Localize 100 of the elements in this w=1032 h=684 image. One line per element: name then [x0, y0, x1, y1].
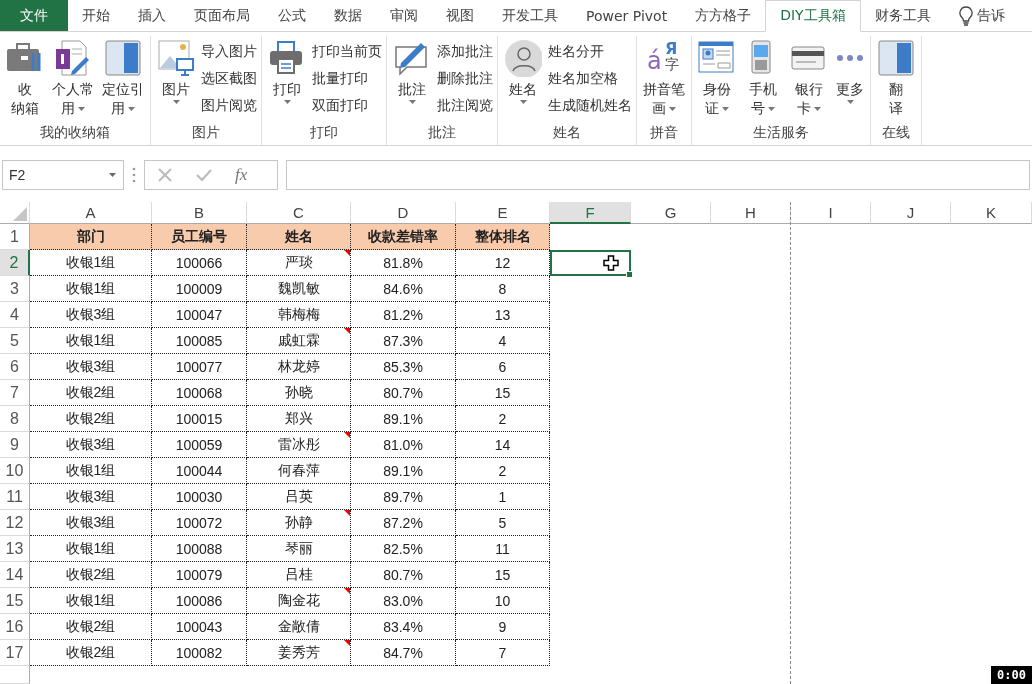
- column-header[interactable]: A: [30, 202, 152, 224]
- column-header[interactable]: F: [550, 202, 631, 224]
- row-header[interactable]: 14: [0, 562, 30, 588]
- table-cell: 2: [456, 458, 550, 484]
- ribbon-menu-item[interactable]: 双面打印: [312, 92, 382, 119]
- ribbon-tab[interactable]: 审阅: [376, 0, 432, 31]
- row-header[interactable]: 12: [0, 510, 30, 536]
- row-header[interactable]: 9: [0, 432, 30, 458]
- table-cell: 87.3%: [351, 328, 456, 354]
- row-header[interactable]: 15: [0, 588, 30, 614]
- row-header[interactable]: 10: [0, 458, 30, 484]
- ribbon-button[interactable]: 银行 卡: [788, 36, 830, 121]
- formula-input[interactable]: [286, 160, 1030, 190]
- ribbon-menu-item[interactable]: 姓名加空格: [548, 65, 632, 92]
- ribbon-button[interactable]: 定位引 用: [100, 36, 146, 121]
- table-cell: 收银3组: [30, 302, 152, 328]
- ribbon-tab[interactable]: 视图: [432, 0, 488, 31]
- ribbon-button[interactable]: 身份 证: [696, 36, 738, 121]
- ribbon-button[interactable]: 姓名: [502, 36, 544, 121]
- table-cell: 何春萍: [247, 458, 351, 484]
- table-cell: 收银2组: [30, 406, 152, 432]
- table-cell: 6: [456, 354, 550, 380]
- ribbon-menu-item[interactable]: 删除批注: [437, 65, 493, 92]
- table-cell: 82.5%: [351, 536, 456, 562]
- ribbon-tab[interactable]: 开始: [68, 0, 124, 31]
- ribbon-tab[interactable]: 插入: [124, 0, 180, 31]
- ribbon-menu-item[interactable]: 生成随机姓名: [548, 92, 632, 119]
- row-header[interactable]: 2: [0, 250, 30, 276]
- column-header[interactable]: C: [247, 202, 351, 224]
- ribbon-button[interactable]: 翻 译: [875, 36, 917, 121]
- ribbon-tab[interactable]: 公式: [264, 0, 320, 31]
- ribbon-button[interactable]: 批注: [391, 36, 433, 121]
- table-cell: 83.0%: [351, 588, 456, 614]
- table-cell: 收银1组: [30, 458, 152, 484]
- ribbon-menu-item[interactable]: 导入图片: [201, 38, 257, 65]
- row-header[interactable]: 4: [0, 302, 30, 328]
- column-header[interactable]: D: [351, 202, 456, 224]
- row-header[interactable]: 7: [0, 380, 30, 406]
- table-cell: 收银3组: [30, 484, 152, 510]
- column-heading-cell: 姓名: [247, 224, 351, 250]
- row-header[interactable]: 3: [0, 276, 30, 302]
- table-cell: 100072: [152, 510, 247, 536]
- table-cell: 15: [456, 562, 550, 588]
- row-header[interactable]: 13: [0, 536, 30, 562]
- ribbon-button[interactable]: 手机 号: [742, 36, 784, 121]
- active-cell[interactable]: [550, 250, 631, 276]
- ribbon-menu-item[interactable]: 图片阅览: [201, 92, 257, 119]
- table-cell: 琴丽: [247, 536, 351, 562]
- panel-icon: [877, 39, 915, 77]
- row-header[interactable]: 16: [0, 614, 30, 640]
- table-cell: 收银3组: [30, 510, 152, 536]
- row-header[interactable]: 6: [0, 354, 30, 380]
- file-tab[interactable]: 文件: [0, 0, 68, 31]
- table-cell: 14: [456, 432, 550, 458]
- ribbon-button[interactable]: 图片: [155, 36, 197, 121]
- table-cell: 吕英: [247, 484, 351, 510]
- ribbon-tab[interactable]: 数据: [320, 0, 376, 31]
- table-cell: 89.7%: [351, 484, 456, 510]
- table-cell: 收银1组: [30, 276, 152, 302]
- table-cell: 83.4%: [351, 614, 456, 640]
- ribbon-menu-item[interactable]: 批量打印: [312, 65, 382, 92]
- table-cell: 80.7%: [351, 562, 456, 588]
- ribbon-button[interactable]: 收 纳箱: [4, 36, 46, 121]
- column-header[interactable]: J: [871, 202, 951, 224]
- row-header[interactable]: 1: [0, 224, 30, 250]
- column-header[interactable]: K: [951, 202, 1032, 224]
- name-box[interactable]: F2: [2, 160, 124, 190]
- ribbon-tab[interactable]: 财务工具: [860, 0, 945, 31]
- ribbon-tab[interactable]: 告诉: [944, 0, 1019, 31]
- table-cell: 10: [456, 588, 550, 614]
- table-cell: 100082: [152, 640, 247, 666]
- ribbon-tab[interactable]: 页面布局: [180, 0, 264, 31]
- ribbon-tab[interactable]: Power Pivot: [572, 0, 682, 31]
- ribbon-button[interactable]: 个人常 用: [50, 36, 96, 121]
- ribbon-tab[interactable]: DIY工具箱: [765, 0, 861, 32]
- column-heading-cell: 员工编号: [152, 224, 247, 250]
- row-header[interactable]: [0, 666, 30, 684]
- column-header[interactable]: I: [791, 202, 871, 224]
- ribbon-menu-item[interactable]: 打印当前页: [312, 38, 382, 65]
- column-header[interactable]: H: [711, 202, 791, 224]
- ribbon-button[interactable]: 打印: [266, 36, 308, 121]
- row-header[interactable]: 17: [0, 640, 30, 666]
- ribbon-menu-item[interactable]: 批注阅览: [437, 92, 493, 119]
- ribbon-button[interactable]: 更多: [834, 36, 866, 121]
- ribbon-menu-item[interactable]: 添加批注: [437, 38, 493, 65]
- ribbon-menu-item[interactable]: 姓名分开: [548, 38, 632, 65]
- column-header[interactable]: G: [631, 202, 711, 224]
- row-header[interactable]: 5: [0, 328, 30, 354]
- table-cell: 100066: [152, 250, 247, 276]
- table-cell: 100015: [152, 406, 247, 432]
- insert-function-button[interactable]: fx: [235, 165, 248, 185]
- more-icon: [836, 54, 864, 62]
- ribbon-menu-item[interactable]: 选区截图: [201, 65, 257, 92]
- ribbon-tab[interactable]: 方方格子: [681, 0, 766, 31]
- column-header[interactable]: E: [456, 202, 550, 224]
- row-header[interactable]: 11: [0, 484, 30, 510]
- ribbon-tab[interactable]: 开发工具: [488, 0, 572, 31]
- column-header[interactable]: B: [152, 202, 247, 224]
- table-cell: 吕桂: [247, 562, 351, 588]
- row-header[interactable]: 8: [0, 406, 30, 432]
